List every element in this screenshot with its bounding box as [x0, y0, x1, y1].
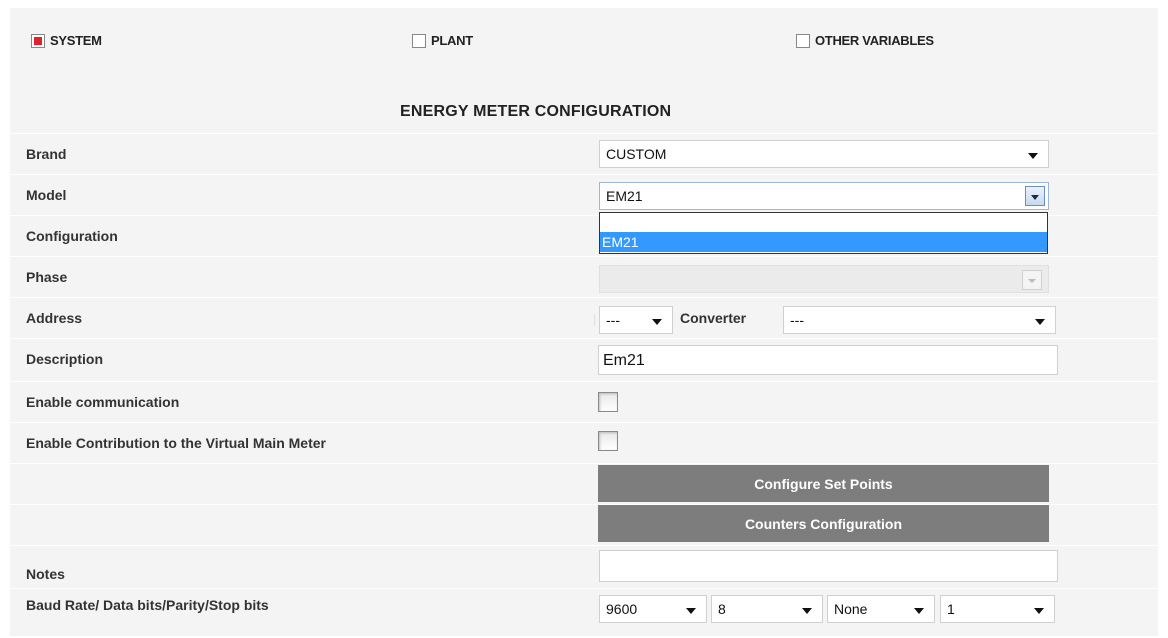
description-row: Description Em21	[10, 338, 1158, 379]
divider	[594, 314, 595, 326]
enable-communication-checkbox[interactable]	[598, 392, 618, 412]
model-option-blank[interactable]	[600, 213, 1047, 233]
data-bits-select[interactable]: 8	[711, 595, 823, 623]
serial-settings-row: Baud Rate/ Data bits/Parity/Stop bits 96…	[10, 588, 1158, 629]
tab-other-variables[interactable]: OTHER VARIABLES	[796, 33, 934, 48]
address-row: Address --- Converter ---	[10, 297, 1158, 338]
configure-set-points-button[interactable]: Configure Set Points	[598, 465, 1049, 502]
model-label: Model	[26, 187, 67, 203]
description-value: Em21	[603, 352, 645, 369]
stop-bits-select[interactable]: 1	[940, 595, 1055, 623]
serial-settings-label: Baud Rate/ Data bits/Parity/Stop bits	[26, 597, 269, 613]
brand-select[interactable]: CUSTOM	[599, 140, 1049, 168]
enable-contribution-label: Enable Contribution to the Virtual Main …	[26, 435, 326, 451]
other-variables-checkbox-icon[interactable]	[796, 33, 810, 48]
address-label: Address	[26, 310, 83, 326]
phase-select	[599, 265, 1049, 293]
tab-plant-label: PLANT	[431, 33, 473, 48]
enable-communication-row: Enable communication	[10, 381, 1158, 422]
address-value: ---	[606, 312, 620, 328]
chevron-down-icon	[1022, 270, 1042, 290]
chevron-down-icon	[802, 608, 812, 614]
phase-label: Phase	[26, 269, 68, 285]
chevron-down-icon[interactable]	[1025, 186, 1045, 206]
tab-other-variables-label: OTHER VARIABLES	[815, 33, 934, 48]
data-bits-value: 8	[718, 601, 726, 617]
chevron-down-icon	[686, 608, 696, 614]
tab-system-label: SYSTEM	[50, 33, 102, 48]
configuration-label: Configuration	[26, 228, 118, 244]
enable-contribution-row: Enable Contribution to the Virtual Main …	[10, 422, 1158, 463]
chevron-down-icon	[652, 319, 662, 325]
chevron-down-icon	[1028, 153, 1038, 159]
notes-row: Notes	[10, 545, 1158, 586]
converter-label: Converter	[680, 310, 747, 326]
model-dropdown-list[interactable]: EM21	[599, 212, 1048, 254]
baud-rate-value: 9600	[606, 601, 638, 617]
converter-value: ---	[790, 312, 804, 328]
counters-configuration-button[interactable]: Counters Configuration	[598, 505, 1049, 542]
stop-bits-value: 1	[947, 601, 955, 617]
parity-select[interactable]: None	[827, 595, 935, 623]
converter-select[interactable]: ---	[783, 306, 1056, 334]
brand-row: Brand CUSTOM	[10, 133, 1158, 174]
model-value: EM21	[606, 188, 643, 204]
enable-communication-label: Enable communication	[26, 394, 180, 410]
brand-value: CUSTOM	[606, 146, 667, 162]
notes-label: Notes	[26, 566, 65, 582]
chevron-down-icon	[914, 608, 924, 614]
parity-value: None	[834, 601, 868, 617]
phase-row: Phase	[10, 256, 1158, 297]
brand-label: Brand	[26, 146, 67, 162]
energy-meter-config-page: SYSTEM PLANT OTHER VARIABLES ENERGY METE…	[10, 8, 1158, 636]
system-checkbox-icon[interactable]	[31, 33, 45, 48]
model-option-em21[interactable]: EM21	[600, 232, 1047, 252]
description-label: Description	[26, 351, 104, 367]
tab-system[interactable]: SYSTEM	[31, 33, 102, 48]
description-input[interactable]: Em21	[598, 345, 1058, 375]
address-select[interactable]: ---	[599, 306, 673, 334]
page-title: ENERGY METER CONFIGURATION	[400, 103, 672, 120]
baud-rate-select[interactable]: 9600	[599, 595, 707, 623]
enable-contribution-checkbox[interactable]	[598, 431, 618, 451]
model-row: Model EM21	[10, 174, 1158, 215]
plant-checkbox-icon[interactable]	[412, 33, 426, 48]
tab-plant[interactable]: PLANT	[412, 33, 473, 48]
model-select[interactable]: EM21	[599, 182, 1049, 210]
chevron-down-icon	[1034, 608, 1044, 614]
notes-input[interactable]	[599, 550, 1058, 582]
chevron-down-icon	[1035, 319, 1045, 325]
